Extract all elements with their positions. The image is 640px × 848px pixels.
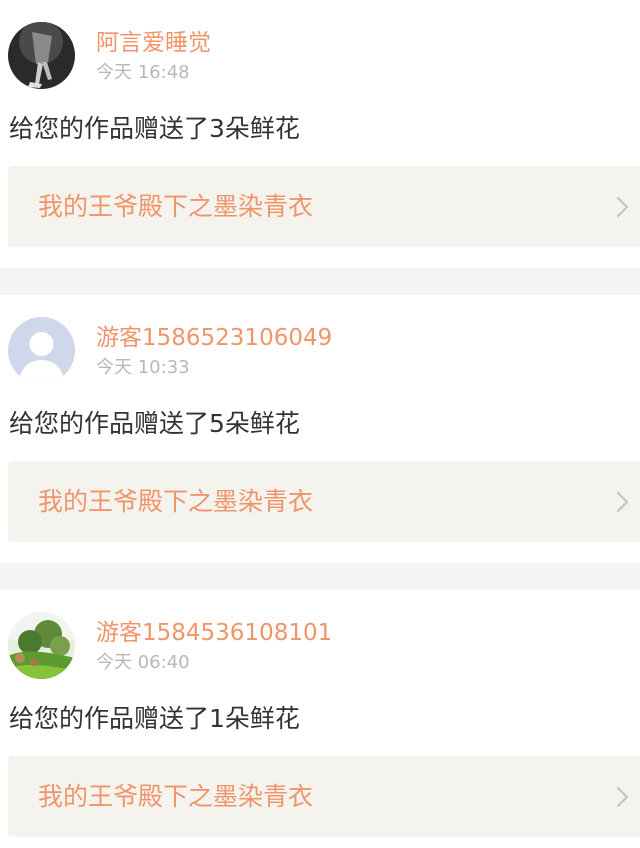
- landscape-avatar-icon: [8, 612, 75, 679]
- username[interactable]: 游客1586523106049: [96, 323, 332, 353]
- work-title: 我的王爷殿下之墨染青衣: [38, 782, 314, 811]
- notification-feed: 阿言爱睡觉 今天 16:48 给您的作品赠送了3朵鲜花 我的王爷殿下之墨染青衣 …: [0, 0, 640, 848]
- avatar[interactable]: [8, 317, 75, 384]
- gift-message: 给您的作品赠送了5朵鲜花: [9, 409, 300, 438]
- work-title: 我的王爷殿下之墨染青衣: [38, 487, 314, 516]
- gift-message: 给您的作品赠送了3朵鲜花: [9, 114, 300, 143]
- gift-message: 给您的作品赠送了1朵鲜花: [9, 704, 300, 733]
- chevron-right-icon: [616, 196, 630, 218]
- timestamp: 今天 16:48: [96, 62, 190, 83]
- work-link[interactable]: 我的王爷殿下之墨染青衣: [8, 461, 640, 542]
- gift-notification-card: 游客1584536108101 今天 06:40 给您的作品赠送了1朵鲜花 我的…: [0, 590, 640, 848]
- gift-notification-card: 游客1586523106049 今天 10:33 给您的作品赠送了5朵鲜花 我的…: [0, 295, 640, 563]
- chevron-right-icon: [616, 786, 630, 808]
- timestamp: 今天 10:33: [96, 357, 190, 378]
- avatar[interactable]: [8, 22, 75, 89]
- default-user-avatar-icon: [8, 317, 75, 384]
- chevron-right-icon: [616, 491, 630, 513]
- avatar[interactable]: [8, 612, 75, 679]
- username[interactable]: 游客1584536108101: [96, 618, 332, 648]
- username[interactable]: 阿言爱睡觉: [96, 28, 211, 58]
- photo-avatar-icon: [8, 22, 75, 89]
- gift-notification-card: 阿言爱睡觉 今天 16:48 给您的作品赠送了3朵鲜花 我的王爷殿下之墨染青衣: [0, 0, 640, 268]
- work-link[interactable]: 我的王爷殿下之墨染青衣: [8, 756, 640, 837]
- work-link[interactable]: 我的王爷殿下之墨染青衣: [8, 166, 640, 247]
- work-title: 我的王爷殿下之墨染青衣: [38, 192, 314, 221]
- timestamp: 今天 06:40: [96, 652, 190, 673]
